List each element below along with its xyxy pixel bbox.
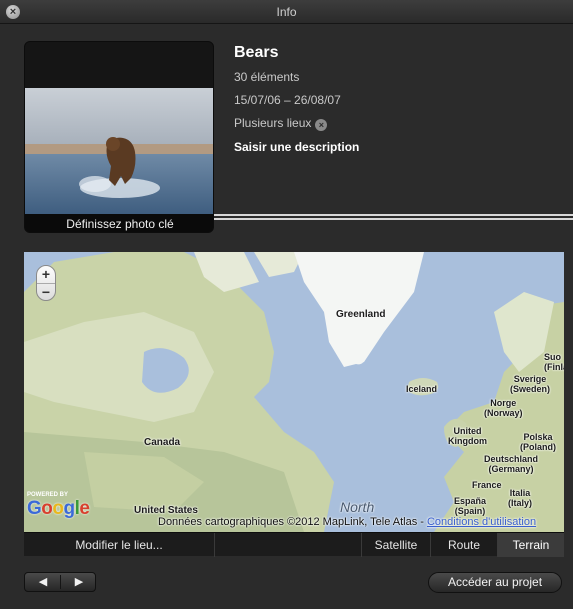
map-label-norway-1: Norge (490, 398, 517, 408)
map-label-uk-1: United (453, 426, 482, 436)
road-button[interactable]: Route (431, 533, 497, 557)
navigation-buttons: ◀ ▶ (24, 572, 96, 592)
places-label: Plusieurs lieux (234, 116, 312, 130)
map-label-spain: España (Spain) (454, 496, 486, 516)
next-arrow-icon[interactable]: ▶ (61, 573, 97, 591)
key-photo-card[interactable]: Définissez photo clé (24, 41, 214, 233)
map-label-germany-1: Deutschland (484, 454, 539, 464)
map-label-italy-1: Italia (509, 488, 531, 498)
map-label-uk-2: Kingdom (448, 436, 487, 446)
clear-places-icon[interactable]: × (315, 119, 328, 131)
zoom-in-button[interactable]: + (37, 266, 55, 283)
map-label-finland: Suo (Finla (544, 352, 564, 372)
date-range: 15/07/06 – 26/08/07 (234, 93, 341, 107)
map-label-italy: Italia (Italy) (508, 488, 532, 508)
divider (214, 214, 573, 222)
edit-location-button[interactable]: Modifier le lieu... (24, 533, 214, 557)
map-label-poland: Polska (Poland) (520, 432, 556, 452)
attribution-text: Données cartographiques ©2012 MapLink, T… (158, 516, 424, 528)
map-label-greenland: Greenland (336, 309, 386, 320)
window-title: Info (276, 5, 297, 19)
title-bar: × Info (0, 0, 573, 24)
key-photo (25, 88, 213, 214)
description-field[interactable]: Saisir une description (234, 140, 359, 154)
map-label-germany: Deutschland (Germany) (484, 454, 538, 474)
satellite-button[interactable]: Satellite (362, 533, 430, 557)
map-label-poland-2: (Poland) (520, 442, 556, 452)
google-logo: Google (27, 498, 90, 519)
map-view[interactable]: + − Greenland Iceland Canada United Stat… (24, 252, 564, 532)
map-label-sweden: Sverige (Sweden) (510, 374, 550, 394)
map-label-norway-2: (Norway) (484, 408, 523, 418)
map-label-finland-2: (Finla (544, 362, 564, 372)
set-key-photo-label[interactable]: Définissez photo clé (25, 214, 213, 232)
terrain-button[interactable]: Terrain (498, 533, 564, 557)
previous-arrow-icon[interactable]: ◀ (25, 573, 61, 591)
map-label-spain-1: España (454, 496, 487, 506)
map-label-north: North (340, 499, 375, 515)
toolbar-separator (214, 533, 215, 557)
map-label-germany-2: (Germany) (488, 464, 534, 474)
map-toolbar: Modifier le lieu... Satellite Route Terr… (24, 532, 564, 557)
terms-link[interactable]: Conditions d'utilisation (427, 516, 536, 528)
album-info: Bears 30 éléments 15/07/06 – 26/08/07 Pl… (234, 44, 359, 154)
map-label-poland-1: Polska (523, 432, 553, 442)
map-label-norway: Norge (Norway) (484, 398, 523, 418)
go-to-project-button[interactable]: Accéder au projet (428, 572, 562, 593)
map-label-united-states: United States (134, 505, 198, 516)
album-name[interactable]: Bears (234, 44, 359, 62)
map-label-sweden-1: Sverige (513, 374, 547, 384)
map-label-italy-2: (Italy) (508, 498, 533, 508)
map-label-finland-1: Suo (544, 352, 561, 362)
zoom-out-button[interactable]: − (37, 283, 55, 300)
map-label-sweden-2: (Sweden) (510, 384, 551, 394)
map-label-spain-2: (Spain) (454, 506, 486, 516)
map-label-iceland: Iceland (406, 384, 438, 394)
map-label-canada: Canada (144, 437, 181, 448)
zoom-control: + − (36, 265, 56, 301)
map-label-uk: United Kingdom (448, 426, 487, 446)
map-attribution: Données cartographiques ©2012 MapLink, T… (158, 516, 536, 528)
map-label-france: France (472, 480, 502, 490)
places-row: Plusieurs lieux × (234, 116, 359, 131)
item-count: 30 éléments (234, 70, 300, 84)
